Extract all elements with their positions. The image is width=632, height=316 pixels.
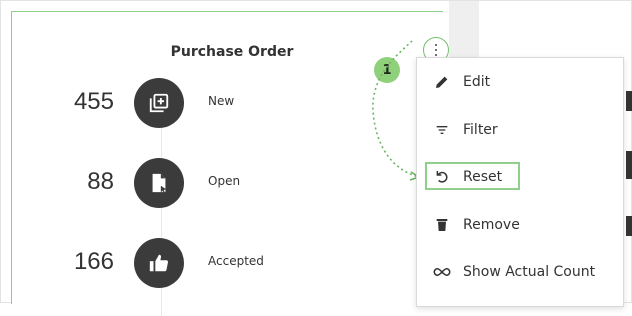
reset-icon (429, 169, 455, 185)
status-row-open[interactable]: 88 Open (32, 158, 412, 218)
menu-item-label: Show Actual Count (463, 264, 596, 280)
label-new: New (208, 94, 235, 108)
new-doc-plus-icon (134, 78, 184, 128)
count-open: 88 (87, 168, 114, 195)
open-doc-cursor-icon (134, 158, 184, 208)
cut-off-right-panel (623, 1, 632, 304)
menu-item-label: Filter (463, 122, 498, 138)
menu-item-label: Reset (463, 169, 503, 185)
status-row-accepted[interactable]: 166 Accepted (32, 238, 412, 298)
menu-item-label: Remove (463, 217, 520, 233)
trash-icon (429, 217, 455, 233)
widget-options-menu: Edit Filter Reset Remove Show Actual Cou… (416, 57, 624, 307)
menu-item-edit[interactable]: Edit (417, 64, 625, 100)
kebab-icon (435, 44, 437, 56)
app-frame: Purchase Order 1 455 New 88 Open 166 Acc… (0, 0, 632, 316)
menu-item-remove[interactable]: Remove (417, 207, 625, 243)
infinity-icon (429, 265, 455, 279)
count-new: 455 (73, 88, 114, 115)
count-accepted: 166 (73, 248, 114, 275)
thumbs-up-icon (134, 238, 184, 288)
widget-title: Purchase Order (170, 44, 294, 60)
label-accepted: Accepted (208, 254, 264, 268)
menu-item-show-actual-count[interactable]: Show Actual Count (417, 254, 625, 290)
menu-item-filter[interactable]: Filter (417, 112, 625, 148)
menu-item-reset[interactable]: Reset (417, 159, 625, 195)
filter-icon (429, 122, 455, 138)
status-row-new[interactable]: 455 New (32, 78, 412, 138)
label-open: Open (208, 174, 241, 188)
purchase-order-widget: Purchase Order 1 455 New 88 Open 166 Acc… (11, 11, 449, 316)
pencil-icon (429, 74, 455, 90)
menu-item-label: Edit (463, 74, 491, 90)
